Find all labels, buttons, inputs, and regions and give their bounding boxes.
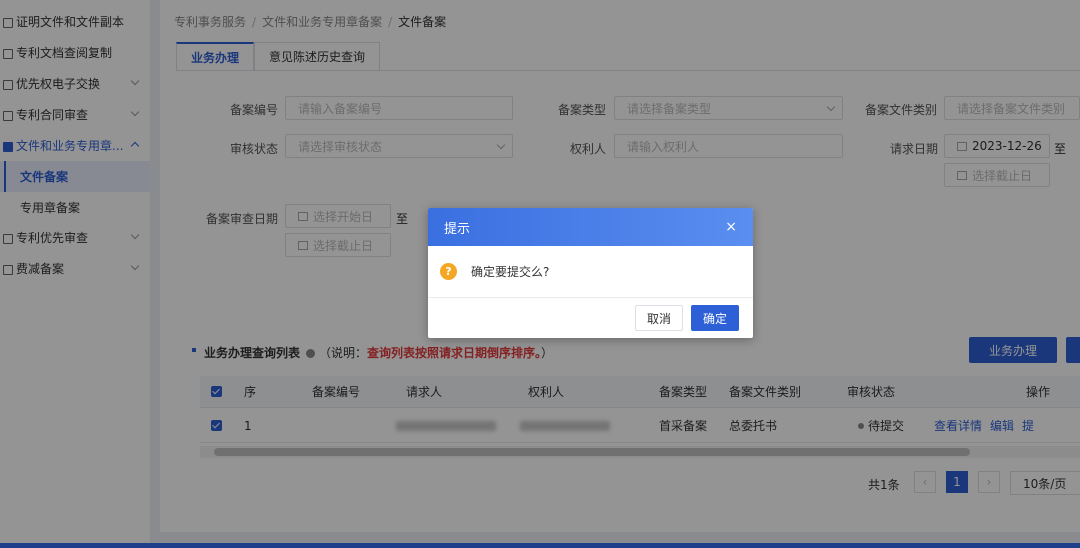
confirm-button[interactable]: 确定: [691, 305, 739, 331]
dialog-message: 确定要提交么?: [471, 265, 550, 279]
confirm-dialog: 提示 × ? 确定要提交么? 取消 确定: [428, 208, 753, 338]
close-icon[interactable]: ×: [725, 219, 737, 235]
dialog-title: 提示: [444, 221, 471, 237]
bottom-bar: [0, 543, 1080, 548]
warning-icon: ?: [440, 263, 457, 280]
cancel-button[interactable]: 取消: [635, 305, 683, 331]
dialog-header: 提示 ×: [428, 208, 753, 246]
dialog-footer: 取消 确定: [428, 298, 753, 338]
dialog-body: ? 确定要提交么?: [428, 246, 753, 298]
